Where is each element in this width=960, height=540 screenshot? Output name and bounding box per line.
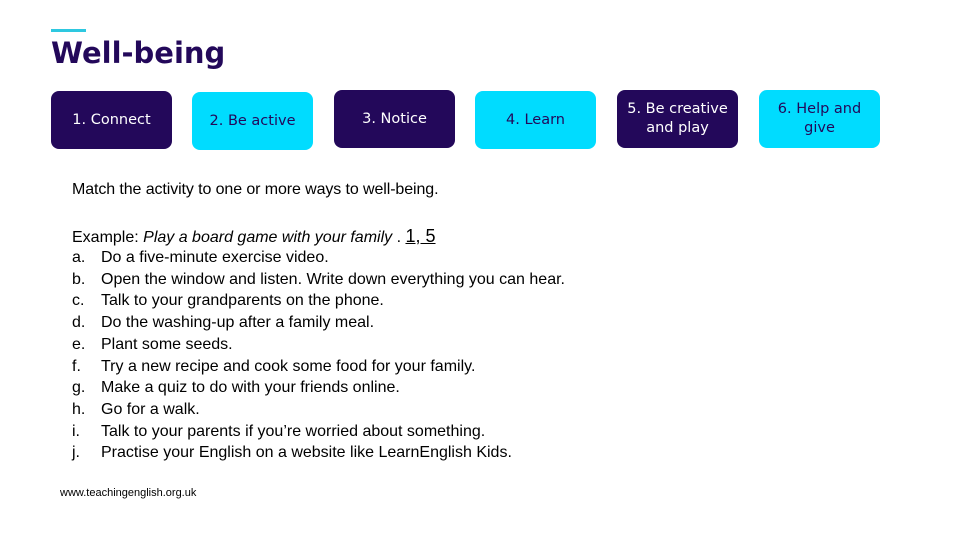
instruction-text: Match the activity to one or more ways t… (72, 181, 439, 198)
way-box-be-creative: 5. Be creative and play (617, 90, 738, 148)
way-label: 3. Notice (362, 110, 427, 127)
item-letter: g. (72, 379, 86, 397)
way-label: 6. Help and give (777, 101, 862, 136)
item-letter: b. (72, 270, 86, 288)
item-text: Try a new recipe and cook some food for … (101, 357, 476, 375)
example-prefix: Example: (72, 229, 144, 246)
example-separator: . (392, 229, 406, 246)
item-text: Make a quiz to do with your friends onli… (101, 379, 400, 397)
list-item: d. Do the washing-up after a family meal. (72, 312, 565, 334)
activity-list: a. Do a five-minute exercise video. b. Ope… (72, 247, 565, 464)
way-label: 1. Connect (72, 111, 151, 128)
way-box-notice: 3. Notice (334, 90, 455, 148)
item-letter: c. (72, 292, 85, 310)
list-item: c. Talk to your grandparents on the phone… (72, 290, 565, 312)
list-item: j. Practise your English on a website lik… (72, 442, 565, 464)
example-line: Example: Play a board game with your fam… (72, 226, 436, 247)
item-text: Practise your English on a website like … (101, 444, 512, 462)
way-label: 5. Be creative and play (627, 101, 728, 136)
way-box-learn: 4. Learn (475, 91, 596, 149)
item-text: Plant some seeds. (101, 335, 233, 353)
way-label: 2. Be active (209, 112, 296, 129)
item-text: Go for a walk. (101, 400, 200, 418)
item-text: Open the window and listen. Write down e… (101, 270, 565, 288)
item-text: Do the washing-up after a family meal. (101, 314, 375, 332)
way-box-be-active: 2. Be active (192, 92, 313, 150)
item-letter: h. (72, 400, 86, 418)
list-item: e. Plant some seeds. (72, 334, 565, 356)
footer-url: www.teachingenglish.org.uk (60, 487, 197, 499)
list-item: a. Do a five-minute exercise video. (72, 247, 565, 269)
example-activity: Play a board game with your family (143, 229, 393, 246)
list-item: b. Open the window and listen. Write down… (72, 269, 565, 291)
item-text: Do a five-minute exercise video. (101, 249, 329, 266)
example-answer: 1, 5 (405, 226, 436, 246)
way-box-help-and-give: 6. Help and give (759, 90, 880, 148)
title-accent-bar (51, 29, 86, 32)
item-letter: a. (72, 249, 86, 266)
item-letter: f. (72, 357, 81, 375)
way-box-connect: 1. Connect (51, 91, 172, 149)
page-title: Well-being (51, 36, 226, 70)
item-text: Talk to your grandparents on the phone. (101, 292, 384, 310)
list-item: h. Go for a walk. (72, 399, 565, 421)
item-text: Talk to your parents if you’re worried a… (101, 422, 486, 440)
item-letter: j. (72, 444, 80, 462)
list-item: i. Talk to your parents if you’re worried… (72, 421, 565, 443)
way-label: 4. Learn (506, 111, 565, 128)
list-item: g. Make a quiz to do with your friends on… (72, 377, 565, 399)
item-letter: e. (72, 335, 86, 353)
item-letter: d. (72, 314, 86, 332)
list-item: f. Try a new recipe and cook some food fo… (72, 356, 565, 378)
item-letter: i. (72, 422, 80, 440)
